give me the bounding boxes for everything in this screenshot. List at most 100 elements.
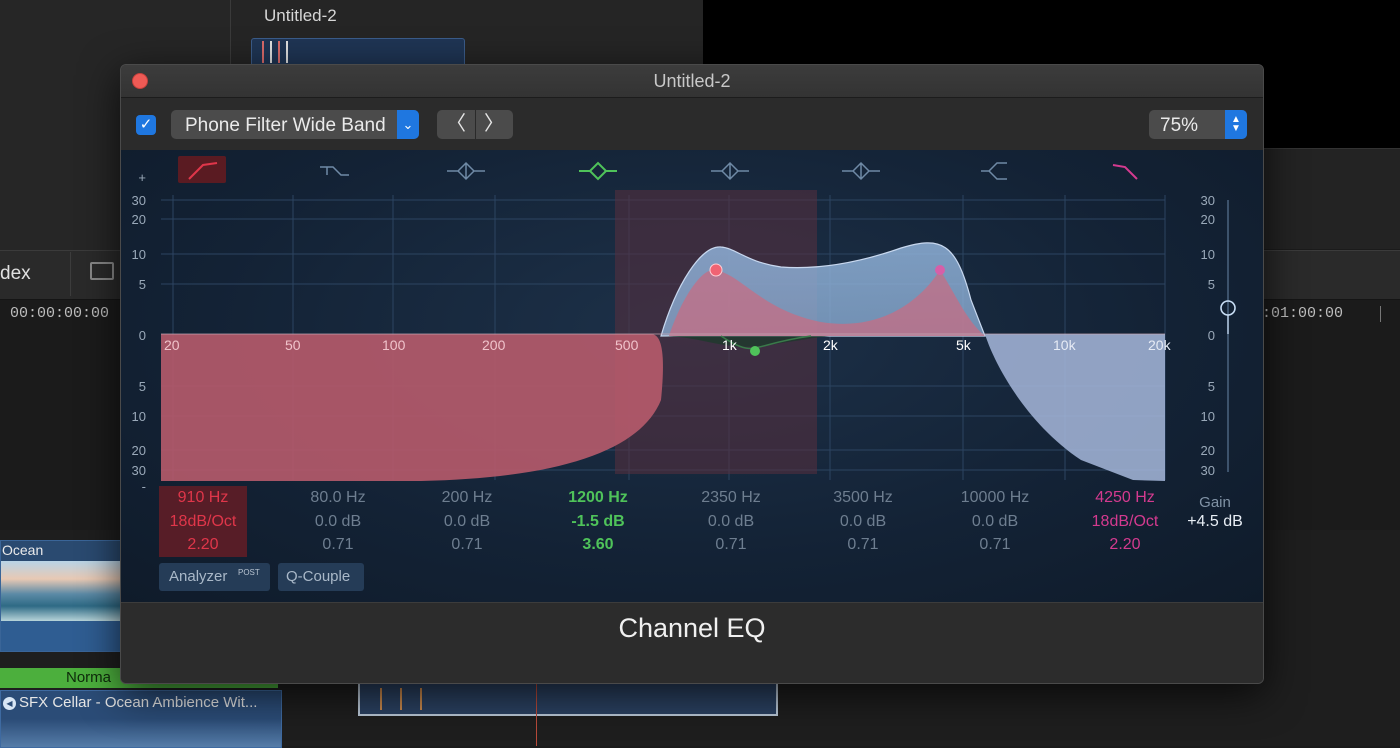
timecode-start: 00:00:00:00	[10, 305, 110, 322]
previous-preset-button[interactable]: 〈	[437, 110, 476, 139]
band-q[interactable]: 0.71	[417, 533, 517, 557]
db-tick: 20	[132, 212, 146, 227]
band-gain[interactable]: 0.0 dB	[813, 510, 913, 534]
analyzer-button[interactable]: Analyzer POST	[159, 563, 270, 591]
clip-appearance-icon[interactable]	[90, 262, 114, 280]
band-frequency[interactable]: 3500 Hz	[813, 486, 913, 510]
band-q[interactable]: 0.71	[945, 533, 1045, 557]
band-q[interactable]: 0.71	[288, 533, 388, 557]
analyzer-label: Analyzer	[169, 568, 228, 585]
high-pass-curve[interactable]	[161, 334, 663, 481]
stepper-down-icon: ▼	[1231, 123, 1241, 134]
bell-icon[interactable]	[579, 161, 617, 181]
low-pass-icon[interactable]	[1112, 164, 1138, 180]
plugin-name: Channel EQ	[618, 613, 766, 643]
db-tick: 5	[1208, 277, 1215, 292]
band-4-handle[interactable]	[750, 346, 760, 356]
toolbar-divider	[70, 252, 71, 296]
freq-tick: 10k	[1053, 337, 1077, 353]
db-tick: 20	[1201, 443, 1215, 458]
db-tick: 20	[1201, 212, 1215, 227]
band-5-params[interactable]: 2350 Hz 0.0 dB 0.71	[681, 486, 781, 557]
db-tick: 10	[1201, 409, 1215, 424]
freq-tick: 5k	[956, 337, 972, 353]
band-2-params[interactable]: 80.0 Hz 0.0 dB 0.71	[288, 486, 388, 557]
timecode-end: :01:00:00	[1262, 305, 1344, 322]
band-6-params[interactable]: 3500 Hz 0.0 dB 0.71	[813, 486, 913, 557]
db-tick: 20	[132, 443, 146, 458]
plugin-footer: Channel EQ	[121, 602, 1263, 683]
band-frequency[interactable]: 2350 Hz	[681, 486, 781, 510]
band-7-params[interactable]: 10000 Hz 0.0 dB 0.71	[945, 486, 1045, 557]
band-1-selected-bg	[178, 156, 226, 183]
band-gain[interactable]: 18dB/Oct	[1075, 510, 1175, 534]
bypass-checkbox[interactable]: ✓	[136, 115, 156, 135]
band-4-params[interactable]: 1200 Hz -1.5 dB 3.60	[548, 486, 648, 557]
freq-tick: 20k	[1148, 337, 1172, 353]
db-tick: 0	[139, 328, 146, 343]
sfx-audio-clip[interactable]: ◀ SFX Cellar - Ocean Ambience Wit...	[0, 690, 282, 748]
project-title[interactable]: Untitled-2	[264, 6, 337, 26]
chevron-down-icon: ⌄	[397, 110, 419, 139]
band-q[interactable]: 2.20	[1075, 533, 1175, 557]
zoom-label: 75%	[1160, 115, 1199, 136]
band-gain[interactable]: 0.0 dB	[681, 510, 781, 534]
stepper-icon: ▲ ▼	[1225, 110, 1247, 139]
clip-title: Ocean	[2, 542, 44, 558]
db-tick: 30	[1201, 463, 1215, 478]
freq-tick: 500	[615, 337, 639, 353]
band-3-params[interactable]: 200 Hz 0.0 dB 0.71	[417, 486, 517, 557]
db-tick: -	[142, 479, 146, 494]
clip-title: Norma	[66, 669, 112, 686]
band-frequency[interactable]: 4250 Hz	[1075, 486, 1175, 510]
bell-icon[interactable]	[842, 161, 880, 181]
band-q[interactable]: 0.71	[813, 533, 913, 557]
band-q[interactable]: 3.60	[548, 533, 648, 557]
title-bar[interactable]: Untitled-2	[121, 65, 1263, 98]
view-size-popup[interactable]: 75% ▲ ▼	[1149, 110, 1247, 139]
next-preset-button[interactable]: 〉	[475, 110, 513, 139]
band-gain[interactable]: 0.0 dB	[417, 510, 517, 534]
low-shelf-icon[interactable]	[320, 166, 349, 176]
bell-icon[interactable]	[711, 161, 749, 181]
clip-title: SFX Cellar - Ocean Ambience Wit...	[19, 694, 258, 711]
band-frequency[interactable]: 10000 Hz	[945, 486, 1045, 510]
band-frequency[interactable]: 200 Hz	[417, 486, 517, 510]
playhead[interactable]	[536, 682, 537, 746]
high-shelf-icon[interactable]	[981, 162, 1007, 180]
band-gain[interactable]: -1.5 dB	[548, 510, 648, 534]
band-gain[interactable]: 0.0 dB	[288, 510, 388, 534]
db-tick: 30	[132, 463, 146, 478]
low-pass-curve[interactable]	[985, 334, 1165, 481]
db-tick: +	[138, 170, 146, 185]
band-gain[interactable]: 0.0 dB	[945, 510, 1045, 534]
band-frequency[interactable]: 910 Hz	[153, 486, 253, 510]
inspector-strip	[1262, 148, 1400, 249]
band-1-params[interactable]: 910 Hz 18dB/Oct 2.20	[153, 486, 253, 557]
db-tick: 5	[139, 379, 146, 394]
db-tick: 10	[132, 409, 146, 424]
freq-tick: 1k	[722, 337, 738, 353]
freq-tick: 100	[382, 337, 406, 353]
db-tick: 5	[139, 277, 146, 292]
q-couple-label: Q-Couple	[286, 568, 351, 585]
band-8-params[interactable]: 4250 Hz 18dB/Oct 2.20	[1075, 486, 1175, 557]
q-couple-button[interactable]: Q-Couple	[278, 563, 364, 591]
band-q[interactable]: 0.71	[681, 533, 781, 557]
bell-icon[interactable]	[447, 161, 485, 181]
band-frequency[interactable]: 80.0 Hz	[288, 486, 388, 510]
band-gain[interactable]: 18dB/Oct	[153, 510, 253, 534]
preset-popup[interactable]: Phone Filter Wide Band ⌄	[171, 110, 419, 139]
project-clip[interactable]	[358, 682, 778, 716]
db-tick: 30	[1201, 193, 1215, 208]
gain-value[interactable]: +4.5 dB	[1169, 510, 1261, 534]
band-8-handle[interactable]	[935, 265, 945, 275]
band-1-handle[interactable]	[709, 263, 723, 277]
db-tick: 30	[132, 193, 146, 208]
channel-eq-window: Untitled-2 ✓ Phone Filter Wide Band ⌄ 〈 …	[120, 64, 1264, 684]
band-q[interactable]: 2.20	[153, 533, 253, 557]
db-scale-left: + 30 20 10 5 0 5 10 20 30 -	[132, 170, 146, 494]
index-tab[interactable]: dex	[0, 263, 31, 285]
ocean-clip[interactable]: Ocean	[0, 540, 122, 652]
band-frequency[interactable]: 1200 Hz	[548, 486, 648, 510]
